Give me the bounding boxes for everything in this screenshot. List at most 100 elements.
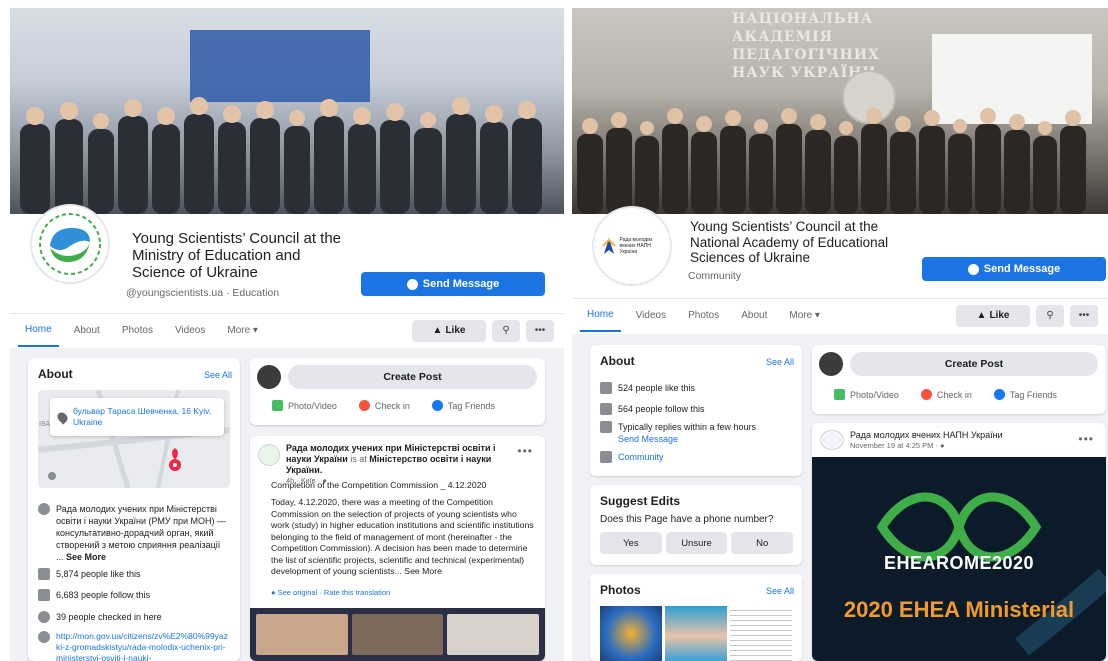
globe-icon [38, 631, 50, 643]
post-video-thumbnail[interactable] [250, 608, 545, 661]
see-more-link[interactable]: See More [66, 552, 106, 562]
envelope-icon [600, 421, 612, 433]
search-icon: ⚲ [502, 325, 510, 336]
create-post-button[interactable]: Create Post [850, 352, 1098, 376]
create-post-card: Create Post Photo/Video Check in Tag Fri… [250, 358, 545, 425]
about-title: About [38, 367, 73, 381]
tag-friends-action[interactable]: Tag Friends [431, 400, 495, 411]
video-participant [256, 614, 348, 655]
post-is-at: is at [350, 454, 367, 464]
more-options-button[interactable]: ••• [526, 319, 554, 342]
see-all-link[interactable]: See All [766, 586, 794, 596]
translate-icon: ● [271, 588, 276, 597]
page-category: Community [688, 270, 742, 282]
page-tabs: Home About Photos Videos More ▾ ▲ Like ⚲… [10, 313, 564, 347]
post-options-icon[interactable]: ••• [1078, 432, 1094, 446]
thumbs-up-icon [38, 568, 50, 580]
photo-video-action[interactable]: Photo/Video [834, 389, 899, 400]
thumbs-up-icon: ▲ [432, 325, 443, 336]
post-card: Рада молодих учених при Міністерстві осв… [250, 436, 545, 661]
tab-home[interactable]: Home [18, 314, 59, 347]
ellipsis-icon: ••• [1078, 310, 1090, 321]
post-body: Today, 4.12.2020, there was a meeting of… [271, 497, 534, 576]
search-icon: ⚲ [1046, 310, 1054, 321]
post-author[interactable]: Рада молодих вчених НАПН України [850, 430, 1003, 441]
tab-about[interactable]: About [734, 299, 774, 332]
follows-row: 6,683 people follow this [38, 589, 150, 601]
tab-photos[interactable]: Photos [115, 314, 160, 347]
send-message-button[interactable]: Send Message [922, 257, 1106, 281]
likes-count: 5,874 people like this [56, 569, 141, 579]
pin-icon [358, 400, 370, 411]
page-avatar [257, 365, 281, 389]
check-in-pin-icon [38, 611, 50, 623]
response-row: Typically replies within a few hours Send… [600, 421, 756, 445]
address-link[interactable]: бульвар Тараса Шевченка, 16 Kyiv, Ukrain… [73, 406, 216, 428]
page-profile-logo[interactable]: Рада молодих вчених НАПН України [592, 206, 672, 286]
create-post-card: Create Post Photo/Video Check in Tag Fri… [812, 345, 1106, 414]
council-logo-icon [39, 213, 101, 275]
tab-more[interactable]: More ▾ [782, 299, 827, 332]
tag-friends-action[interactable]: Tag Friends [993, 389, 1057, 400]
video-participant [447, 614, 540, 655]
page-title: Young Scientists’ Council at the Ministr… [132, 230, 342, 281]
tab-photos[interactable]: Photos [681, 299, 726, 332]
photo-video-action[interactable]: Photo/Video [272, 400, 337, 411]
check-in-action[interactable]: Check in [358, 400, 410, 411]
photo-grid [600, 606, 792, 661]
tab-videos[interactable]: Videos [168, 314, 212, 347]
website-link[interactable]: http://mon.gov.ua/citizens/zv%E2%80%99ya… [56, 631, 230, 661]
logo-text: Рада молодих вчених НАПН України [619, 237, 653, 255]
messenger-icon [967, 263, 979, 275]
photo-thumbnail[interactable] [665, 606, 727, 661]
ellipsis-icon: ••• [534, 325, 546, 336]
yes-button[interactable]: Yes [600, 532, 662, 554]
tab-more[interactable]: More ▾ [220, 314, 265, 347]
page-tabs: Home Videos Photos About More ▾ ▲ Like ⚲… [572, 298, 1108, 332]
category-link[interactable]: Community [618, 451, 664, 463]
see-all-link[interactable]: See All [766, 357, 794, 367]
search-button[interactable]: ⚲ [492, 319, 520, 342]
post-options-icon[interactable]: ••• [517, 444, 533, 458]
photo-thumbnail[interactable] [730, 606, 792, 661]
page-avatar [819, 352, 843, 376]
like-button[interactable]: ▲ Like [956, 304, 1030, 327]
search-button[interactable]: ⚲ [1036, 304, 1064, 327]
tag-icon [431, 400, 443, 411]
about-title: About [600, 354, 635, 368]
tab-home[interactable]: Home [580, 299, 621, 332]
post-header: Рада молодих вчених НАПН України Novembe… [850, 430, 1003, 450]
check-in-action[interactable]: Check in [920, 389, 972, 400]
wall-inscription: НАЦІОНАЛЬНА АКАДЕМІЯ ПЕДАГОГІЧНИХ НАУК У… [732, 11, 880, 81]
see-original-link[interactable]: See original · Rate this translation [278, 588, 391, 597]
suggest-edits-card: Suggest Edits Does this Page have a phon… [590, 485, 802, 565]
tab-videos[interactable]: Videos [629, 299, 673, 332]
no-button[interactable]: No [731, 532, 794, 554]
more-options-button[interactable]: ••• [1070, 304, 1098, 327]
create-post-button[interactable]: Create Post [288, 365, 537, 389]
website-row: http://mon.gov.ua/citizens/zv%E2%80%99ya… [38, 631, 230, 661]
left-page-screenshot: Young Scientists’ Council at the Ministr… [10, 8, 564, 661]
post-image[interactable]: EHEAROME2020 2020 EHEA Ministerial [812, 457, 1106, 661]
tab-about[interactable]: About [67, 314, 107, 347]
see-all-link[interactable]: See All [204, 370, 232, 380]
see-original-row: ● See original · Rate this translation [271, 588, 390, 597]
tab-actions: ▲ Like ⚲ ••• [412, 314, 564, 347]
follows-count: 6,683 people follow this [56, 590, 151, 600]
address-box[interactable]: бульвар Тараса Шевченка, 16 Kyiv, Ukrain… [50, 398, 224, 436]
likes-count: 524 people like this [618, 383, 696, 393]
post-actions: Photo/Video Check in Tag Friends [834, 389, 1057, 400]
like-button[interactable]: ▲ Like [412, 319, 486, 342]
map[interactable]: ІВА бульвар Тараса Шевченка, 16 Kyiv, Uk… [38, 390, 230, 488]
suggest-options: Yes Unsure No [600, 532, 794, 554]
post-body-block: Today, 4.12.2020, there was a meeting of… [271, 497, 535, 578]
post-author-avatar [820, 430, 844, 450]
send-message-button[interactable]: Send Message [361, 272, 545, 296]
page-profile-logo[interactable] [30, 204, 110, 284]
unsure-button[interactable]: Unsure [665, 532, 728, 554]
map-label: ІВА [39, 421, 51, 428]
send-message-link[interactable]: Send Message [618, 434, 678, 444]
photo-thumbnail[interactable] [600, 606, 662, 661]
cover-banner [190, 30, 370, 102]
post-see-more[interactable]: See More [404, 566, 442, 576]
